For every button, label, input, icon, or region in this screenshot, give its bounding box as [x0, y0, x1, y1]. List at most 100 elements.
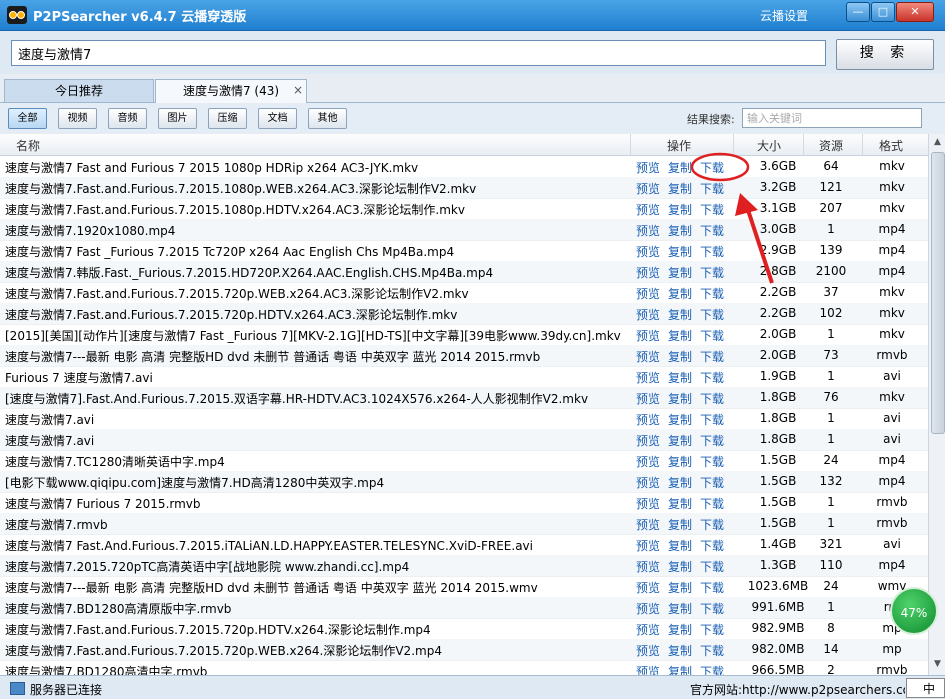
table-row[interactable]: 速度与激情7.avi 预览 复制 下载 1.8GB 1 avi	[0, 429, 928, 451]
table-row[interactable]: 速度与激情7---最新 电影 高清 完整版HD dvd 未删节 普通话 粤语 中…	[0, 345, 928, 367]
preview-link[interactable]: 预览	[636, 348, 660, 365]
preview-link[interactable]: 预览	[636, 390, 660, 407]
copy-link[interactable]: 复制	[668, 222, 692, 239]
copy-link[interactable]: 复制	[668, 537, 692, 554]
table-row[interactable]: 速度与激情7 Furious 7 2015.rmvb 预览 复制 下载 1.5GB 1 rm…	[0, 492, 928, 514]
copy-link[interactable]: 复制	[668, 516, 692, 533]
table-row[interactable]: 速度与激情7.BD1280高清原版中字.rmvb预览复制下载991.6MB1rm	[0, 597, 928, 619]
download-link[interactable]: 下载	[700, 579, 724, 596]
table-row[interactable]: 速度与激情7.Fast.and.Furious.7.2015.1080p.HDT…	[0, 198, 928, 220]
preview-link[interactable]: 预览	[636, 306, 660, 323]
preview-link[interactable]: 预览	[636, 453, 660, 470]
download-link[interactable]: 下载	[700, 600, 724, 617]
tab-search-results[interactable]: 速度与激情7 (43) ×	[155, 79, 307, 103]
download-link[interactable]: 下载	[700, 285, 724, 302]
preview-link[interactable]: 预览	[636, 495, 660, 512]
preview-link[interactable]: 预览	[636, 621, 660, 638]
copy-link[interactable]: 复制	[668, 264, 692, 281]
copy-link[interactable]: 复制	[668, 411, 692, 428]
table-row[interactable]: Furious 7 速度与激情7.avi 预览 复制 下载 1.9GB 1 avi	[0, 366, 928, 388]
download-link[interactable]: 下载	[700, 453, 724, 470]
minimize-button[interactable]: —	[846, 2, 870, 22]
download-link[interactable]: 下载	[700, 642, 724, 659]
filter-other-button[interactable]: 其他	[308, 108, 347, 129]
official-website-link[interactable]: 官方网站:http://www.p2psearchers.com	[690, 681, 905, 698]
table-row[interactable]: [电影下载www.qiqipu.com]速度与激情7.HD高清1280中英双字.…	[0, 471, 928, 493]
copy-link[interactable]: 复制	[668, 663, 692, 675]
preview-link[interactable]: 预览	[636, 369, 660, 386]
download-link[interactable]: 下载	[700, 348, 724, 365]
table-row[interactable]: 速度与激情7.Fast.and.Furious.7.2015.720p.WEB.…	[0, 639, 928, 661]
download-link[interactable]: 下载	[700, 621, 724, 638]
download-link[interactable]: 下载	[700, 222, 724, 239]
preview-link[interactable]: 预览	[636, 180, 660, 197]
scroll-down-icon[interactable]: ▼	[930, 657, 945, 672]
header-sources[interactable]: 资源	[819, 137, 843, 154]
copy-link[interactable]: 复制	[668, 558, 692, 575]
preview-link[interactable]: 预览	[636, 285, 660, 302]
preview-link[interactable]: 预览	[636, 579, 660, 596]
maximize-button[interactable]: □	[871, 2, 895, 22]
copy-link[interactable]: 复制	[668, 369, 692, 386]
download-link[interactable]: 下载	[700, 159, 724, 176]
table-row[interactable]: 速度与激情7---最新 电影 高清 完整版HD dvd 未删节 普通话 粤语 中…	[0, 576, 928, 598]
download-link[interactable]: 下载	[700, 306, 724, 323]
table-row[interactable]: 速度与激情7.rmvb 预览 复制 下载 1.5GB 1 rmvb	[0, 513, 928, 535]
progress-badge[interactable]: 47%	[890, 587, 938, 635]
filter-video-button[interactable]: 视频	[58, 108, 97, 129]
table-row[interactable]: 速度与激情7.韩版.Fast._Furious.7.2015.HD720P.X2…	[0, 261, 928, 283]
preview-link[interactable]: 预览	[636, 411, 660, 428]
copy-link[interactable]: 复制	[668, 201, 692, 218]
filter-image-button[interactable]: 图片	[158, 108, 197, 129]
result-search-input[interactable]	[742, 108, 922, 128]
preview-link[interactable]: 预览	[636, 201, 660, 218]
header-size[interactable]: 大小	[757, 137, 781, 154]
table-row[interactable]: 速度与激情7.Fast.and.Furious.7.2015.720p.WEB.…	[0, 282, 928, 304]
download-link[interactable]: 下载	[700, 369, 724, 386]
tab-close-icon[interactable]: ×	[293, 79, 303, 101]
copy-link[interactable]: 复制	[668, 390, 692, 407]
filter-audio-button[interactable]: 音频	[108, 108, 147, 129]
header-format[interactable]: 格式	[879, 137, 903, 154]
table-row[interactable]: 速度与激情7.TC1280清晰英语中字.mp4 预览 复制 下载 1.5GB 24 mp4	[0, 450, 928, 472]
preview-link[interactable]: 预览	[636, 264, 660, 281]
download-link[interactable]: 下载	[700, 516, 724, 533]
copy-link[interactable]: 复制	[668, 327, 692, 344]
table-row[interactable]: 速度与激情7 Fast _Furious 7.2015 Tc720P x264 …	[0, 240, 928, 262]
preview-link[interactable]: 预览	[636, 537, 660, 554]
preview-link[interactable]: 预览	[636, 474, 660, 491]
preview-link[interactable]: 预览	[636, 516, 660, 533]
preview-link[interactable]: 预览	[636, 159, 660, 176]
preview-link[interactable]: 预览	[636, 327, 660, 344]
search-button[interactable]: 搜 索	[836, 39, 934, 70]
table-row[interactable]: [速度与激情7].Fast.And.Furious.7.2015.双语字幕.HR…	[0, 387, 928, 409]
copy-link[interactable]: 复制	[668, 432, 692, 449]
preview-link[interactable]: 预览	[636, 222, 660, 239]
download-link[interactable]: 下载	[700, 558, 724, 575]
cloud-settings-link[interactable]: 云播设置	[760, 7, 808, 24]
table-row[interactable]: 速度与激情7.BD1280高清中字.rmvb 预览 复制 下载 966.5MB 2 rmvb	[0, 660, 928, 675]
table-row[interactable]: [2015][美国][动作片][速度与激情7 Fast _Furious 7][…	[0, 324, 928, 346]
table-row[interactable]: 速度与激情7.Fast.and.Furious.7.2015.720p.HDTV…	[0, 303, 928, 325]
preview-link[interactable]: 预览	[636, 663, 660, 675]
table-row[interactable]: 速度与激情7 Fast.And.Furious.7.2015.iTALiAN.L…	[0, 534, 928, 556]
download-link[interactable]: 下载	[700, 537, 724, 554]
preview-link[interactable]: 预览	[636, 558, 660, 575]
copy-link[interactable]: 复制	[668, 495, 692, 512]
scrollbar-thumb[interactable]	[931, 152, 945, 434]
copy-link[interactable]: 复制	[668, 474, 692, 491]
copy-link[interactable]: 复制	[668, 180, 692, 197]
preview-link[interactable]: 预览	[636, 600, 660, 617]
download-link[interactable]: 下载	[700, 663, 724, 675]
search-input[interactable]	[11, 40, 826, 66]
copy-link[interactable]: 复制	[668, 453, 692, 470]
tab-today-recommend[interactable]: 今日推荐	[4, 79, 154, 102]
table-row[interactable]: 速度与激情7.1920x1080.mp4 预览 复制 下载 3.0GB 1 mp4	[0, 219, 928, 241]
download-link[interactable]: 下载	[700, 327, 724, 344]
table-row[interactable]: 速度与激情7 Fast and Furious 7 2015 1080p HDR…	[0, 156, 928, 178]
ime-indicator[interactable]: 中	[906, 678, 945, 698]
preview-link[interactable]: 预览	[636, 432, 660, 449]
table-row[interactable]: 速度与激情7.2015.720pTC高清英语中字[战地影院 www.zhandi…	[0, 555, 928, 577]
preview-link[interactable]: 预览	[636, 243, 660, 260]
close-button[interactable]: ✕	[896, 2, 934, 22]
